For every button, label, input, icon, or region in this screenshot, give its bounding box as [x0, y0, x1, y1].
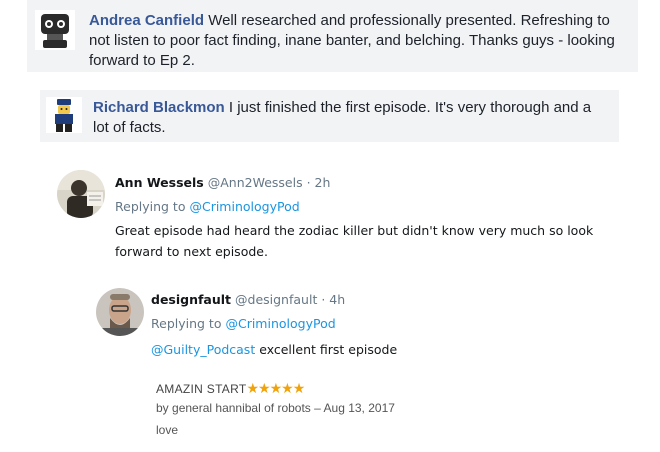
comment-content: Andrea Canfield Well researched and prof…: [89, 11, 630, 71]
review-body: love: [156, 423, 179, 437]
tweet-message: excellent first episode: [259, 342, 398, 357]
tweet-header: designfault @designfault · 4h: [151, 292, 345, 307]
tweet-header: Ann Wessels @Ann2Wessels · 2h: [115, 175, 330, 190]
review-title-row: AMAZIN START★★★★★: [156, 380, 306, 397]
tweet-reply: designfault @designfault · 4h Replying t…: [96, 288, 636, 363]
avatar[interactable]: [96, 288, 144, 336]
tweet-text: @Guilty_Podcast excellent first episode: [151, 339, 631, 360]
byline-prefix: by: [156, 401, 169, 415]
avatar[interactable]: [57, 170, 105, 218]
review-byline: by general hannibal of robots – Aug 13, …: [156, 401, 395, 415]
timestamp[interactable]: 2h: [315, 175, 331, 190]
facebook-comment: Andrea Canfield Well researched and prof…: [27, 0, 638, 72]
commenter-name[interactable]: Andrea Canfield: [89, 12, 204, 29]
user-handle[interactable]: @Ann2Wessels: [208, 175, 303, 190]
avatar[interactable]: [35, 10, 75, 50]
replying-to-link[interactable]: @CriminologyPod: [189, 199, 299, 214]
commenter-name[interactable]: Richard Blackmon: [93, 99, 225, 116]
display-name[interactable]: designfault: [151, 292, 231, 307]
timestamp[interactable]: 4h: [329, 292, 345, 307]
review-date: Aug 13, 2017: [323, 401, 395, 415]
replying-to-label: Replying to: [115, 199, 186, 214]
tweet-reply: Ann Wessels @Ann2Wessels · 2h Replying t…: [57, 170, 617, 260]
facebook-comment: Richard Blackmon I just finished the fir…: [40, 90, 619, 142]
separator: ·: [306, 175, 311, 190]
user-photo-icon: [96, 288, 144, 336]
star-rating-icon: ★★★★★: [246, 380, 306, 396]
user-handle[interactable]: @designfault: [235, 292, 317, 307]
replying-to-link[interactable]: @CriminologyPod: [225, 316, 335, 331]
avatar[interactable]: [46, 97, 82, 133]
robot-avatar-icon: [35, 10, 75, 50]
review-author: general hannibal of robots: [172, 401, 311, 415]
display-name[interactable]: Ann Wessels: [115, 175, 204, 190]
replying-to-label: Replying to: [151, 316, 222, 331]
date-separator: –: [314, 401, 321, 415]
replying-to: Replying to @CriminologyPod: [151, 316, 336, 331]
mention-link[interactable]: @Guilty_Podcast: [151, 342, 255, 357]
review-title: AMAZIN START: [156, 382, 247, 396]
separator: ·: [321, 292, 326, 307]
tweet-text: Great episode had heard the zodiac kille…: [115, 223, 594, 259]
comment-content: Richard Blackmon I just finished the fir…: [93, 98, 611, 138]
replying-to: Replying to @CriminologyPod: [115, 199, 300, 214]
lego-figure-avatar-icon: [46, 97, 82, 133]
user-photo-icon: [57, 170, 105, 218]
